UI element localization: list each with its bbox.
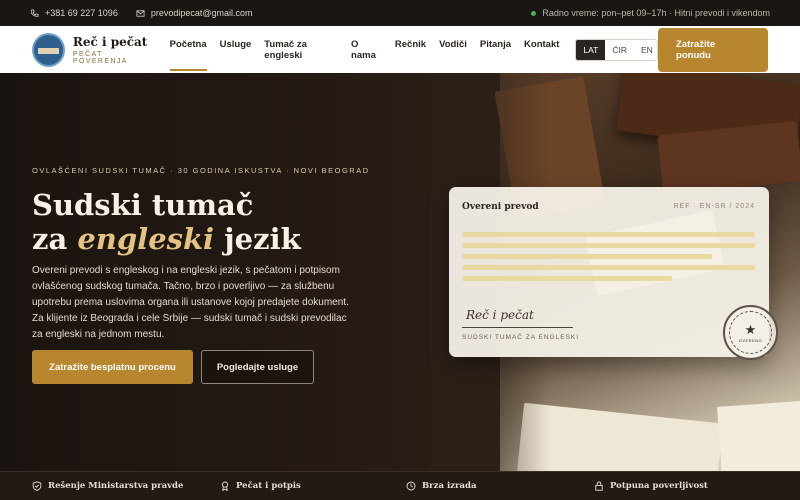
trust-item-ministry: Rešenje Ministarstva pravde (32, 481, 220, 491)
card-signature: Reč i pečat (466, 308, 534, 322)
view-services-button[interactable]: Pogledajte usluge (201, 350, 314, 384)
nav-item-usluge[interactable]: Usluge (220, 35, 252, 65)
phone-contact[interactable]: +381 69 227 1096 (30, 8, 118, 18)
stamp-text: OVERENO (738, 337, 763, 343)
trust-bar: Rešenje Ministarstva pravde Pečat i potp… (0, 471, 800, 500)
trust-label: Pečat i potpis (236, 481, 301, 491)
hero-lead: Overeni prevodi s engleskog i na englesk… (32, 265, 349, 340)
logo-title: Reč i pečat (72, 34, 148, 49)
document-line (462, 265, 755, 270)
phone-number[interactable]: +381 69 227 1096 (45, 8, 118, 18)
card-title: Overeni prevod (462, 202, 539, 212)
trust-item-speed: Brza izrada (406, 481, 594, 491)
working-hours-text: Radno vreme: pon–pet 09–17h · Hitni prev… (542, 8, 770, 18)
trust-item-confidentiality: Potpuna poverljivost (594, 481, 708, 491)
seal-icon (221, 481, 229, 491)
trust-label: Brza izrada (422, 481, 477, 491)
nav-item-o-nama[interactable]: O nama (351, 35, 382, 65)
nav-item-recnik[interactable]: Rečnik (395, 35, 426, 65)
lang-en[interactable]: EN (634, 40, 657, 60)
hero-title-pre: za (32, 222, 78, 256)
trust-item-seal: Pečat i potpis (220, 481, 406, 491)
hero-section: OVLAŠĆENI SUDSKI TUMAČ · 30 GODINA ISKUS… (0, 73, 800, 471)
logo-seal-icon (32, 32, 65, 67)
lock-icon (595, 481, 603, 491)
status-dot-icon (531, 10, 537, 16)
nav-item-vodici[interactable]: Vodiči (439, 35, 467, 65)
nav-item-tumac[interactable]: Tumač za engleski (264, 35, 338, 65)
certified-translation-card: Overeni prevod REF · EN-SR / 2024 Reč i … (449, 187, 778, 360)
logo[interactable]: Reč i pečat PEČAT POVERENJA (32, 32, 158, 67)
official-stamp: ★ OVERENO (723, 305, 778, 360)
request-quote-button[interactable]: Zatražite ponudu (658, 27, 768, 72)
main-header: Reč i pečat PEČAT POVERENJA Početna Uslu… (0, 26, 800, 73)
document-line (462, 254, 712, 259)
shield-icon (32, 481, 42, 491)
language-switcher: LAT ĆIR EN (575, 38, 659, 61)
email-contact[interactable]: prevodipecat@gmail.com (136, 8, 253, 18)
mail-icon (136, 9, 145, 17)
lang-cir[interactable]: ĆIR (605, 40, 634, 60)
card-caption: SUDSKI TUMAČ ZA ENGLESKI (462, 334, 580, 341)
hero-paper-decor (716, 399, 800, 471)
email-address[interactable]: prevodipecat@gmail.com (151, 8, 253, 18)
document-line (462, 276, 672, 281)
lang-lat[interactable]: LAT (576, 39, 606, 60)
nav-item-pocetna[interactable]: Početna (169, 35, 207, 71)
main-nav: Početna Usluge Tumač za engleski O nama … (169, 35, 559, 71)
free-estimate-button[interactable]: Zatražite besplatnu procenu (32, 350, 193, 384)
card-reference: REF · EN-SR / 2024 (673, 203, 755, 210)
trust-label: Rešenje Ministarstva pravde (48, 481, 184, 491)
phone-icon (30, 8, 39, 17)
document-line (462, 232, 755, 237)
trust-label: Potpuna poverljivost (610, 481, 708, 491)
nav-item-pitanja[interactable]: Pitanja (480, 35, 511, 65)
logo-subtitle: PEČAT POVERENJA (72, 50, 128, 65)
hero-title-post: jezik (214, 222, 301, 256)
nav-item-kontakt[interactable]: Kontakt (524, 35, 559, 65)
hero-title-emphasis: engleski (77, 222, 215, 256)
working-hours: Radno vreme: pon–pet 09–17h · Hitni prev… (531, 8, 770, 18)
hero-title: Sudski tumač za engleski jezik (32, 188, 452, 256)
top-bar: +381 69 227 1096 prevodipecat@gmail.com … (0, 0, 800, 26)
document-line (462, 243, 755, 248)
hero-title-line1: Sudski tumač (32, 188, 254, 222)
hero-kicker: OVLAŠĆENI SUDSKI TUMAČ · 30 GODINA ISKUS… (32, 166, 370, 175)
signature-line (462, 327, 573, 328)
star-icon: ★ (744, 321, 757, 337)
clock-icon (406, 481, 416, 491)
